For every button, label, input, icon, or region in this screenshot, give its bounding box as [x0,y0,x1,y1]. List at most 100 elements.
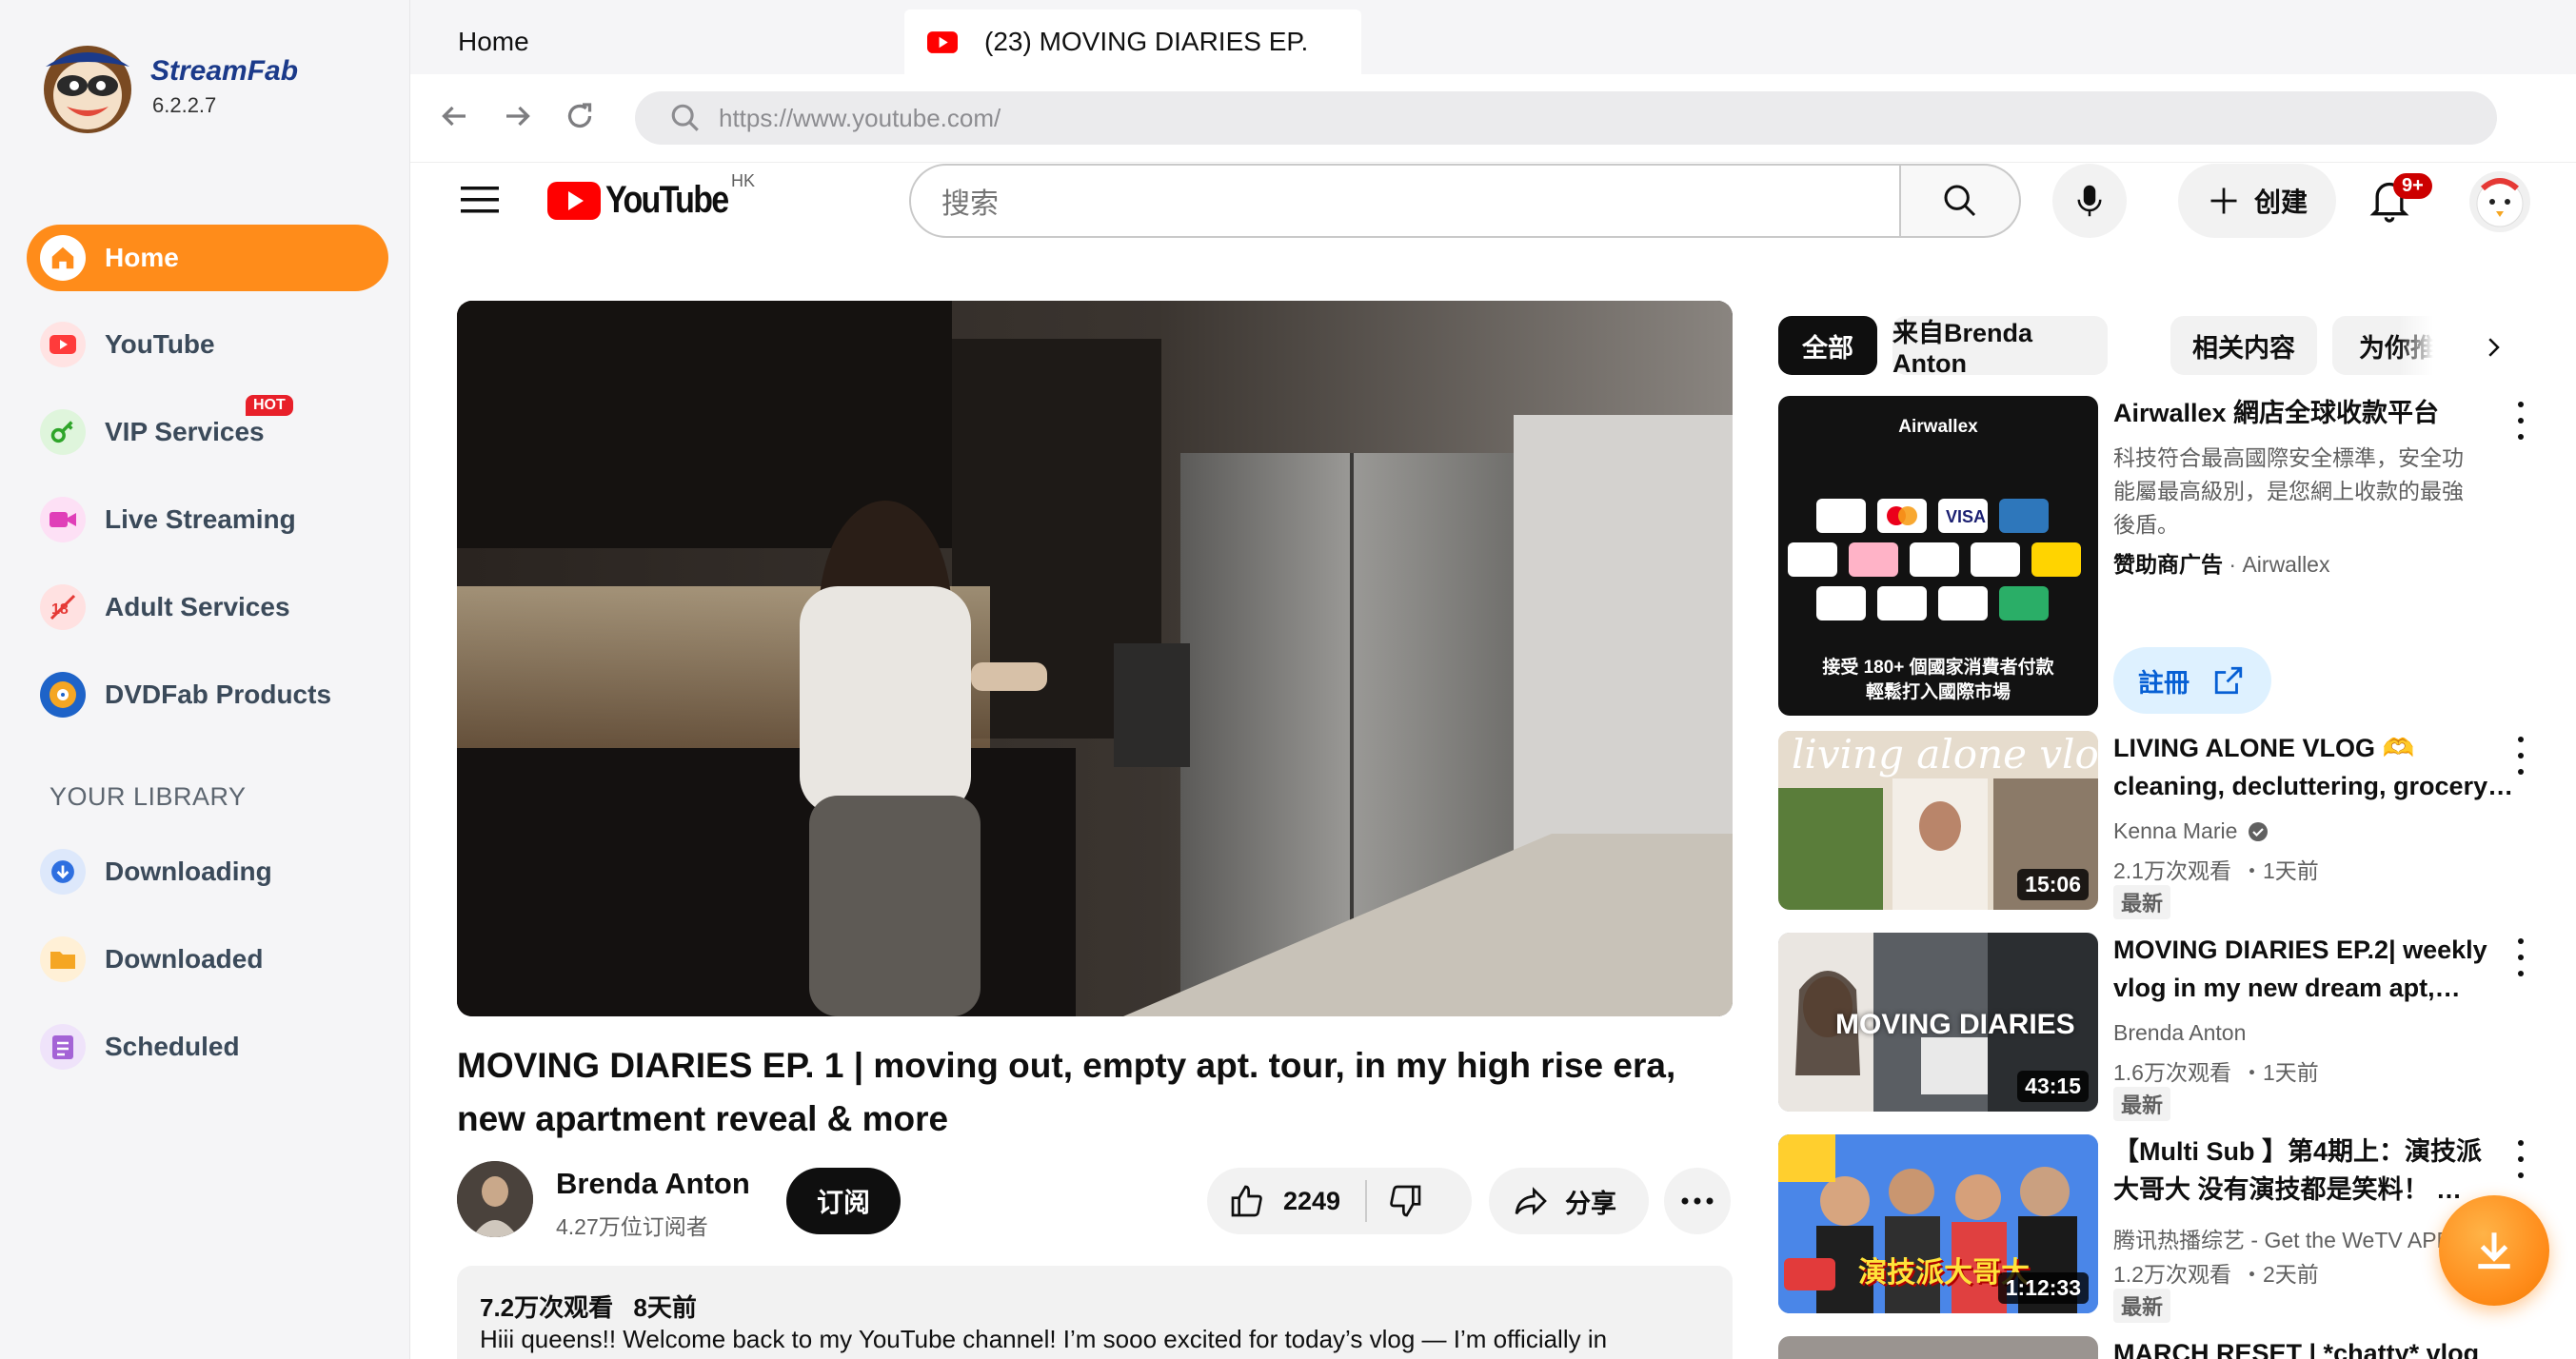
download-arrow-icon [40,849,86,895]
more-vertical-icon[interactable] [2516,737,2526,775]
reload-icon[interactable] [563,99,597,138]
chip-all[interactable]: 全部 [1778,316,1877,375]
sidebar-item-label: VIP Services [105,417,265,446]
browser-tab-bar: Home (23) MOVING DIARIES EP. [410,0,2576,74]
channel-name: Kenna Marie [2113,818,2238,843]
chip-related[interactable]: 相关内容 [2170,316,2317,375]
sidebar-item-dvdfab-products[interactable]: DVDFab Products [27,661,388,728]
ad-cta-label: 註冊 [2138,668,2190,698]
like-icon[interactable] [1228,1182,1266,1220]
video-frame-image [457,301,1733,1016]
adult-icon: 18 [40,584,86,630]
more-actions-button[interactable] [1664,1168,1731,1234]
youtube-search-button[interactable] [1901,164,2021,238]
video-stats: 1.2万次观看 ・2天前 [2113,1256,2319,1289]
video-player[interactable] [457,301,1733,1016]
channel-name[interactable]: Brenda Anton [2113,1020,2246,1046]
more-vertical-icon[interactable] [2516,1140,2526,1178]
dvdfab-icon [40,672,86,718]
dislike-icon[interactable] [1386,1182,1424,1220]
sidebar-item-home[interactable]: Home [27,225,388,291]
browser-address-bar: https://www.youtube.com/ [410,74,2576,163]
video-duration: 15:06 [2017,869,2089,900]
like-dislike-group: 2249 [1207,1168,1472,1234]
video-title-line: 【Multi Sub 】第4期上：演技派 [2113,1137,2482,1166]
video-title-line: MOVING DIARIES EP. 1 | moving out, empty… [457,1046,1676,1085]
ad-caption-2: 輕鬆打入國際市場 [1865,682,2011,702]
library-section-title: YOUR LIBRARY [50,782,247,811]
video-thumbnail[interactable]: MOVING DIARIES 43:15 [1778,933,2098,1112]
ad-cta-button[interactable]: 註冊 [2113,647,2271,714]
sidebar-item-label: Live Streaming [105,504,296,534]
share-icon [1512,1182,1550,1220]
channel-avatar[interactable] [457,1161,533,1237]
tab-home[interactable]: Home [448,10,539,74]
svg-text:VISA: VISA [1946,507,1986,526]
chip-fade [2399,314,2475,377]
back-arrow-icon[interactable] [437,99,471,138]
subscriber-count: 4.27万位订阅者 [556,1214,708,1239]
sidebar-item-label: Scheduled [105,1032,240,1061]
video-title[interactable]: MOVING DIARIES EP.2| weekly vlog in my n… [2113,931,2487,1007]
floating-download-button[interactable] [2439,1195,2549,1306]
sidebar-item-label: Adult Services [105,592,290,621]
view-count: 1.6万次观看 [2113,1060,2231,1085]
verified-check-icon [2247,820,2269,843]
create-button[interactable]: 创建 [2178,164,2336,238]
youtube-logo[interactable]: YouTube [546,179,749,222]
sidebar-item-live-streaming[interactable]: Live Streaming [27,486,388,553]
search-icon [1944,185,1976,217]
camera-icon [40,497,86,542]
sidebar-item-scheduled[interactable]: Scheduled [27,1014,388,1080]
streamfab-logo [38,38,137,142]
sidebar-item-vip-services[interactable]: VIP Services HOT [27,395,388,465]
chip-from-channel[interactable]: 来自Brenda Anton [1892,316,2108,378]
chevron-right-icon[interactable] [2479,331,2507,368]
menu-hamburger-icon[interactable] [461,185,499,220]
upload-age: ・1天前 [2240,1060,2319,1085]
youtube-search-input[interactable]: 搜索 [909,164,1901,238]
url-field[interactable]: https://www.youtube.com/ [635,91,2497,145]
video-duration: 43:15 [2017,1071,2089,1102]
video-channel[interactable]: Kenna Marie [2113,818,2269,844]
upload-age: ・2天前 [2240,1262,2319,1287]
like-divider [1365,1180,1368,1222]
subscribe-button[interactable]: 订阅 [786,1168,901,1234]
ad-thumbnail[interactable]: Airwallex VISA 接受 180+ 個國家消費者付款 輕鬆打入國際市場 [1778,396,2098,716]
user-avatar[interactable] [2469,171,2530,232]
download-icon [2478,1232,2510,1270]
video-title[interactable]: 【Multi Sub 】第4期上：演技派 大哥大 没有演技都是笑料！ … [2113,1132,2482,1209]
tab-youtube-video[interactable]: (23) MOVING DIARIES EP. [904,10,1361,74]
sidebar-item-adult-services[interactable]: 18 Adult Services [27,574,388,640]
forward-arrow-icon[interactable] [501,99,535,138]
video-stats: 1.6万次观看 ・1天前 [2113,1054,2319,1087]
video-thumbnail[interactable]: living alone vlog 15:06 [1778,731,2098,910]
tab-label: (23) MOVING DIARIES EP. [984,27,1309,56]
ad-title[interactable]: Airwallex 網店全球收款平台 [2113,394,2439,432]
sidebar-item-downloaded[interactable]: Downloaded [27,926,388,993]
view-count: 1.2万次观看 [2113,1262,2231,1287]
create-label: 创建 [2253,187,2308,217]
more-vertical-icon[interactable] [2516,938,2526,976]
sponsor-name: Airwallex [2242,552,2330,577]
voice-search-button[interactable] [2052,164,2127,238]
video-title-line: LIVING ALONE VLOG 🫶 [2113,734,2415,762]
video-title[interactable]: LIVING ALONE VLOG 🫶 cleaning, declutteri… [2113,729,2513,805]
sidebar-item-downloading[interactable]: Downloading [27,838,388,905]
more-vertical-icon[interactable] [2516,402,2526,440]
video-description-box[interactable]: 7.2万次观看 8天前 Hiii queens!! Welcome back t… [457,1266,1733,1359]
channel-name[interactable]: Brenda Anton [556,1167,750,1201]
video-title[interactable]: MARCH RESET | *chatty* vlog [2113,1334,2479,1359]
video-thumbnail[interactable]: 演技派大哥大 1:12:33 [1778,1134,2098,1313]
sidebar-item-label: Downloaded [105,944,264,974]
view-count: 2.1万次观看 [2113,858,2231,883]
video-thumbnail[interactable] [1778,1336,2098,1359]
ad-sponsor-line: 赞助商广告 · Airwallex [2113,552,2330,577]
sidebar-item-youtube[interactable]: YouTube [27,311,388,378]
view-stats: 7.2万次观看 8天前 [480,1289,697,1324]
key-icon [40,409,86,455]
region-code: HK [731,171,756,190]
ad-description-line: 科技符合最高國際安全標準，安全功 [2113,445,2464,470]
schedule-icon [40,1024,86,1070]
share-button[interactable]: 分享 [1489,1168,1649,1234]
